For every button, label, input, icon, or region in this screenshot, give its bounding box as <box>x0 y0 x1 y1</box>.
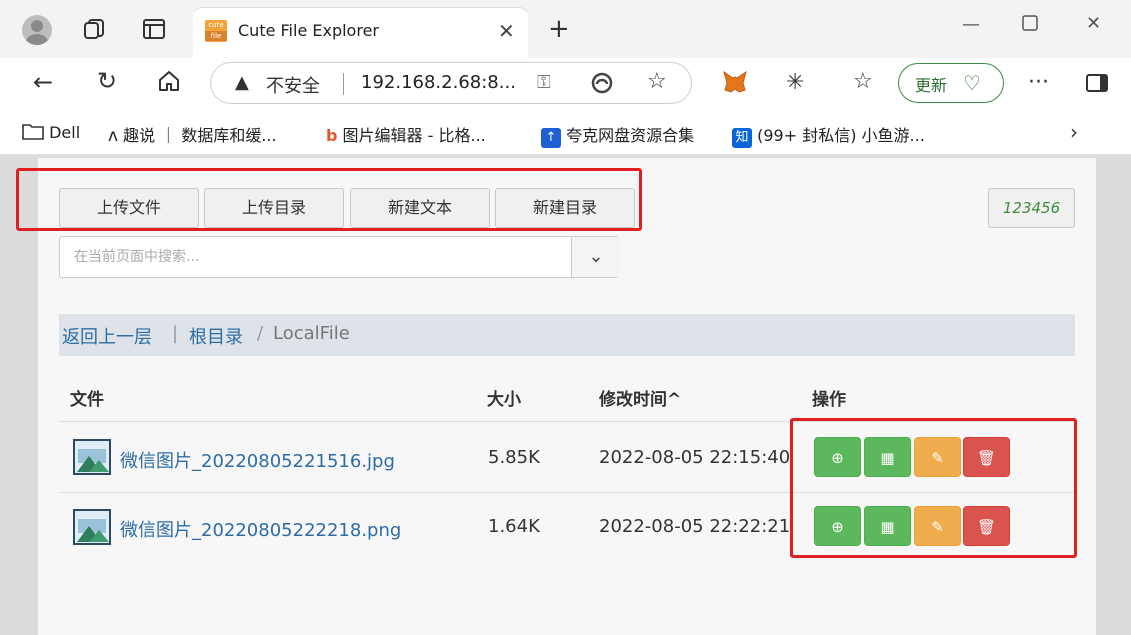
column-header-modified-label: 修改时间 <box>599 390 667 410</box>
warning-icon[interactable]: ▲ <box>235 72 249 93</box>
quark-logo-icon: ↑ <box>541 128 561 148</box>
bookmark-quark[interactable]: ↑ 夸克网盘资源合集 <box>541 122 694 148</box>
profile-avatar[interactable] <box>22 15 52 45</box>
image-file-icon <box>73 439 111 475</box>
bookmark-dell[interactable]: Dell <box>22 122 80 144</box>
sort-indicator-icon: ^ <box>667 390 682 410</box>
home-icon[interactable] <box>158 70 180 97</box>
actions-highlight-box <box>790 418 1077 558</box>
breadcrumb-separator: | <box>172 323 179 344</box>
file-link[interactable]: 微信图片_20220805222218.png <box>120 516 401 542</box>
bookmarks-overflow-icon[interactable]: › <box>1070 120 1078 144</box>
favorites-list-icon[interactable]: ☆ <box>853 69 873 94</box>
file-size: 1.64K <box>488 516 540 537</box>
address-bar[interactable]: ▲ 不安全 192.168.2.68:8... ⚿ ☆ <box>210 62 692 104</box>
address-divider <box>343 73 344 95</box>
column-header-size[interactable]: 大小 <box>487 385 521 410</box>
folder-icon <box>22 122 44 144</box>
bookmark-qushuo[interactable]: ᴧ 趣说 ｜ 数据库和缓... <box>108 122 277 146</box>
b-logo-icon: b <box>326 126 338 145</box>
file-size: 5.85K <box>488 447 540 468</box>
breadcrumb-root-link[interactable]: 根目录 <box>189 323 243 349</box>
breadcrumb-back-link[interactable]: 返回上一层 <box>62 323 152 349</box>
url-text[interactable]: 192.168.2.68:8... <box>361 72 516 93</box>
file-modified: 2022-08-05 22:15:40 <box>599 447 791 468</box>
column-header-actions: 操作 <box>812 390 846 410</box>
favorite-star-icon[interactable]: ☆ <box>647 69 667 94</box>
bookmarks-bar: Dell ᴧ 趣说 ｜ 数据库和缓... b 图片编辑器 - 比格... ↑ 夸… <box>0 110 1131 155</box>
metamask-fox-icon[interactable] <box>722 70 748 98</box>
update-button[interactable]: 更新 ♡ <box>898 63 1004 103</box>
refresh-icon[interactable]: ↻ <box>97 67 117 95</box>
update-label: 更新 <box>915 76 948 95</box>
back-icon[interactable]: ← <box>33 68 53 96</box>
active-tab[interactable]: cute file Cute File Explorer ✕ <box>193 8 528 58</box>
column-header-file[interactable]: 文件 <box>70 385 104 410</box>
breadcrumb-current: LocalFile <box>273 323 350 344</box>
tab-title: Cute File Explorer <box>238 21 379 40</box>
search-dropdown-button[interactable]: ⌄ <box>571 237 620 277</box>
security-label: 不安全 <box>266 76 320 97</box>
close-window-icon[interactable]: ✕ <box>1086 13 1101 34</box>
bookmark-image-editor[interactable]: b 图片编辑器 - 比格... <box>326 122 486 146</box>
minimize-icon[interactable]: — <box>962 14 980 35</box>
bookmark-zhihu[interactable]: 知 (99+ 封私信) 小鱼游... <box>732 122 925 148</box>
extensions-puzzle-icon[interactable]: ✳ <box>786 70 804 95</box>
breadcrumb-separator: / <box>257 323 264 344</box>
tab-strip: cute file Cute File Explorer ✕ + — ✕ <box>0 0 1131 58</box>
vertical-tabs-icon[interactable] <box>143 19 165 44</box>
bird-icon: ᴧ <box>108 126 119 146</box>
search-box: ⌄ <box>59 236 620 278</box>
file-modified: 2022-08-05 22:22:21 <box>599 516 791 537</box>
maximize-icon[interactable] <box>1022 15 1038 36</box>
zhihu-logo-icon: 知 <box>732 128 752 148</box>
more-menu-icon[interactable]: ··· <box>1028 70 1049 95</box>
sidebar-toggle-icon[interactable] <box>1086 73 1108 97</box>
column-header-modified[interactable]: 修改时间^ <box>599 385 681 410</box>
search-input[interactable] <box>60 237 570 277</box>
key-icon[interactable]: ⚿ <box>537 72 551 93</box>
chevron-down-icon: ⌄ <box>588 246 604 267</box>
image-file-icon <box>73 509 111 545</box>
edge-read-icon[interactable] <box>591 72 613 99</box>
file-link[interactable]: 微信图片_20220805221516.jpg <box>120 447 395 473</box>
tab-close-icon[interactable]: ✕ <box>498 19 515 43</box>
toolbar-highlight-box <box>16 168 642 231</box>
password-button[interactable]: 123456 <box>988 188 1075 228</box>
breadcrumb: 返回上一层 | 根目录 / LocalFile <box>59 314 1075 356</box>
cute-file-favicon-icon: cute file <box>205 20 227 42</box>
workspaces-icon[interactable] <box>83 18 107 45</box>
health-heart-icon: ♡ <box>963 71 981 95</box>
browser-toolbar: ← ↻ ▲ 不安全 192.168.2.68:8... ⚿ ☆ ✳ ☆ 更新 ♡… <box>0 58 1131 110</box>
new-tab-icon[interactable]: + <box>548 14 570 44</box>
